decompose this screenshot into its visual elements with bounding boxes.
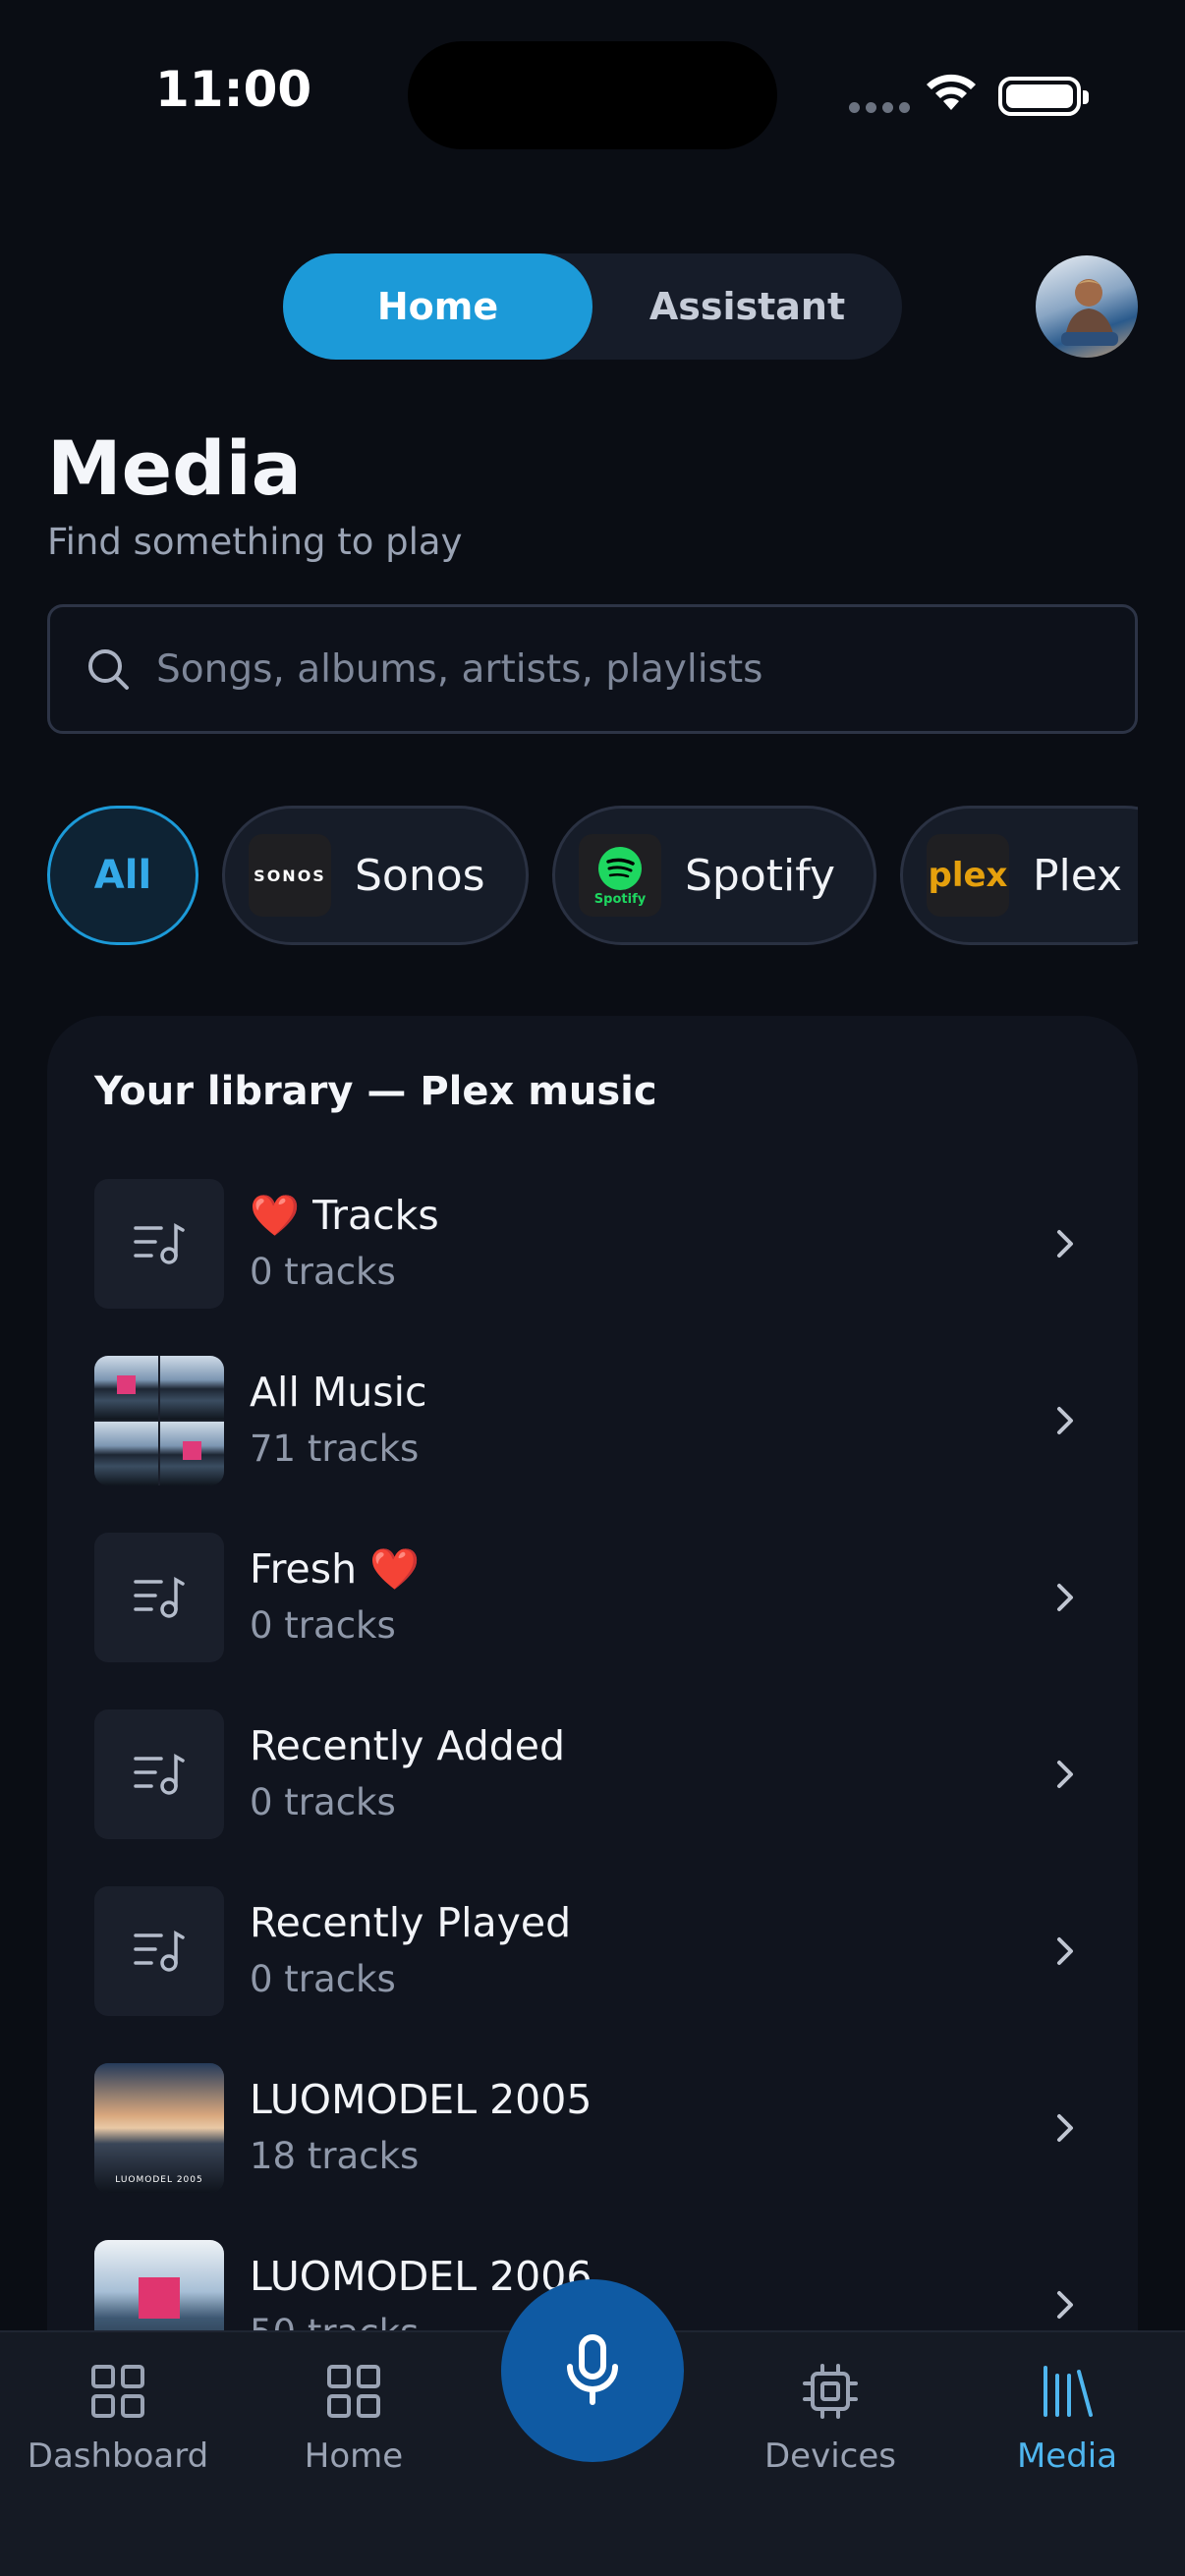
list-item[interactable]: ❤️ Tracks 0 tracks xyxy=(94,1175,1091,1313)
playlist-icon xyxy=(94,1886,224,2016)
list-item[interactable]: All Music 71 tracks xyxy=(94,1352,1091,1489)
microphone-icon xyxy=(567,2334,618,2405)
search-box[interactable] xyxy=(47,604,1138,734)
library-title: Your library — Plex music xyxy=(94,1069,657,1114)
album-collage-art xyxy=(94,1356,224,1485)
dynamic-island xyxy=(408,41,777,149)
list-item-subtitle: 18 tracks xyxy=(250,2135,420,2177)
status-time: 11:00 xyxy=(155,61,312,118)
playlist-icon xyxy=(94,1179,224,1309)
plex-logo-icon: plex xyxy=(927,834,1009,917)
list-item[interactable]: Recently Played 0 tracks xyxy=(94,1882,1091,2020)
list-item-title: Recently Played xyxy=(250,1899,572,1946)
playlist-icon xyxy=(94,1709,224,1839)
source-filter-chips: All SONOS Sonos Spotify Spotify plex Ple… xyxy=(47,804,1138,947)
list-item-subtitle: 0 tracks xyxy=(250,1604,396,1647)
list-item-title: Fresh ❤️ xyxy=(250,1545,421,1593)
chevron-right-icon xyxy=(1057,1937,1073,1965)
nav-label: Media xyxy=(1016,2436,1118,2476)
voice-assistant-button[interactable] xyxy=(501,2279,684,2462)
chip-icon xyxy=(803,2364,858,2419)
chevron-right-icon xyxy=(1057,1761,1073,1788)
chevron-right-icon xyxy=(1057,2114,1073,2142)
page-title: Media xyxy=(47,424,302,512)
grid-icon xyxy=(327,2365,380,2418)
list-item[interactable]: Recently Added 0 tracks xyxy=(94,1706,1091,1843)
list-item[interactable]: LUOMODEL 2005 LUOMODEL 2005 18 tracks xyxy=(94,2059,1091,2197)
chevron-right-icon xyxy=(1057,1230,1073,1258)
list-item-subtitle: 71 tracks xyxy=(250,1428,420,1470)
filter-chip-spotify-label: Spotify xyxy=(685,850,836,901)
home-assistant-toggle: Home Assistant xyxy=(283,253,902,360)
list-item-title: Recently Added xyxy=(250,1722,566,1769)
filter-chip-all[interactable]: All xyxy=(47,806,198,945)
tab-assistant[interactable]: Assistant xyxy=(592,253,902,360)
battery-icon xyxy=(998,77,1089,116)
playlist-icon xyxy=(94,1533,224,1662)
nav-item-media[interactable]: Media xyxy=(949,2362,1185,2476)
list-item-title: All Music xyxy=(250,1369,427,1416)
avatar[interactable] xyxy=(1036,255,1138,358)
filter-chip-sonos[interactable]: SONOS Sonos xyxy=(222,806,529,945)
chevron-right-icon xyxy=(1057,2291,1073,2319)
nav-label: Home xyxy=(304,2436,404,2476)
avatar-photo xyxy=(1061,279,1118,346)
chevron-right-icon xyxy=(1057,1584,1073,1611)
filter-chip-spotify[interactable]: Spotify Spotify xyxy=(552,806,876,945)
list-item-title: ❤️ Tracks xyxy=(250,1192,439,1239)
list-item-title: LUOMODEL 2005 xyxy=(250,2076,592,2123)
grid-icon xyxy=(91,2365,144,2418)
status-bar: 11:00 xyxy=(0,0,1185,196)
tab-home[interactable]: Home xyxy=(283,253,592,360)
chevron-right-icon xyxy=(1057,1407,1073,1434)
list-item-subtitle: 0 tracks xyxy=(250,1251,396,1293)
nav-item-devices[interactable]: Devices xyxy=(712,2362,948,2476)
filter-chip-plex-label: Plex xyxy=(1033,850,1123,901)
search-icon xyxy=(88,649,129,690)
nav-item-dashboard[interactable]: Dashboard xyxy=(0,2362,236,2476)
page-subtitle: Find something to play xyxy=(47,521,463,563)
wifi-icon xyxy=(927,74,976,110)
spotify-logo-icon: Spotify xyxy=(579,834,661,917)
list-item-subtitle: 0 tracks xyxy=(250,1781,396,1823)
filter-chip-sonos-label: Sonos xyxy=(355,850,485,901)
list-item-title: LUOMODEL 2006 xyxy=(250,2253,592,2300)
search-input[interactable] xyxy=(156,646,1041,692)
list-item-subtitle: 0 tracks xyxy=(250,1958,396,2000)
filter-chip-plex[interactable]: plex Plex xyxy=(900,806,1138,945)
album-art: LUOMODEL 2005 xyxy=(94,2063,224,2193)
library-icon xyxy=(1044,2366,1093,2417)
list-item[interactable]: Fresh ❤️ 0 tracks xyxy=(94,1529,1091,1666)
cellular-signal-icon xyxy=(849,102,910,113)
sonos-logo-icon: SONOS xyxy=(249,834,331,917)
nav-label: Devices xyxy=(764,2436,896,2476)
nav-label: Dashboard xyxy=(27,2436,209,2476)
filter-chip-all-label: All xyxy=(93,853,152,898)
nav-item-home[interactable]: Home xyxy=(236,2362,472,2476)
